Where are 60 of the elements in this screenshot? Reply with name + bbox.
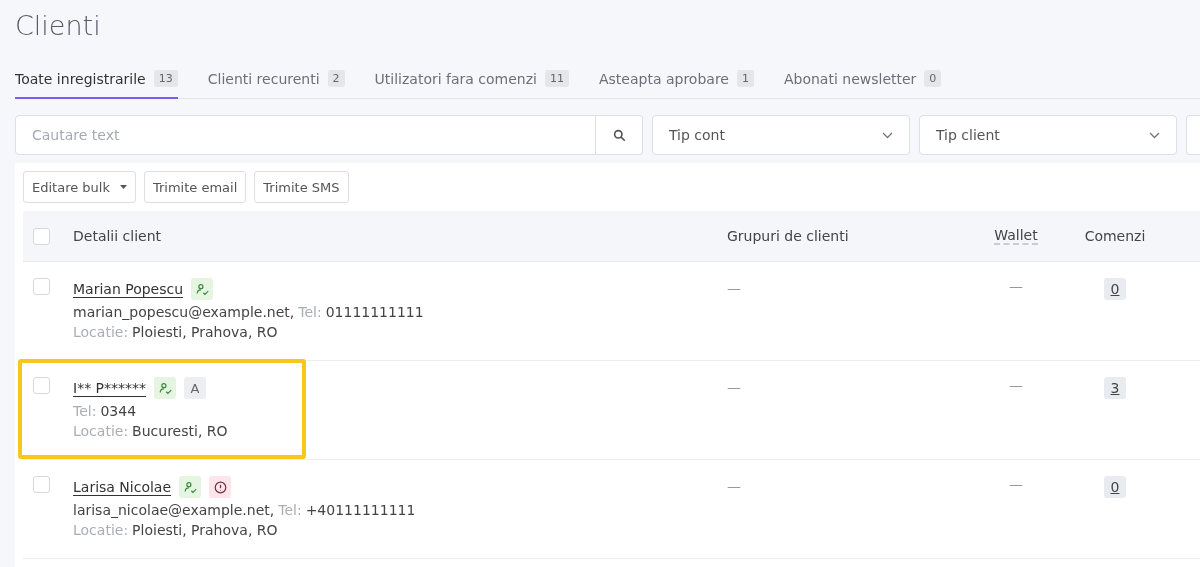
field-label: Locatie: xyxy=(73,423,129,439)
client-name-link[interactable]: Marian Popescu xyxy=(73,281,184,297)
user-check-icon xyxy=(158,381,172,395)
count-badge: 11 xyxy=(545,70,569,87)
field-value: marian_popescu@example.net, xyxy=(73,304,295,320)
action-button[interactable]: Trimite SMS xyxy=(254,171,349,203)
field-label: Locatie: xyxy=(73,324,129,340)
field-value: Bucuresti, RO xyxy=(132,423,228,439)
column-header: Comenzi xyxy=(1084,228,1146,244)
search-icon xyxy=(612,128,626,142)
filter-select[interactable]: Tip cont xyxy=(652,115,910,155)
orders-count-link[interactable]: 3 xyxy=(1103,377,1127,399)
field-label: Locatie: xyxy=(73,522,129,538)
client-name-link[interactable]: I** P****** xyxy=(73,380,147,396)
action-button[interactable]: Trimite email xyxy=(143,171,247,203)
filter-tab[interactable]: Utilizatori fara comenzi 11 xyxy=(374,68,569,99)
letter-badge: A xyxy=(184,377,207,399)
select-all-checkbox[interactable] xyxy=(33,227,50,245)
field-value: +40111111111 xyxy=(305,502,416,518)
empty-value: — xyxy=(727,478,741,494)
search-button[interactable] xyxy=(596,115,643,155)
empty-value: — xyxy=(1009,377,1023,393)
empty-value: — xyxy=(727,379,741,395)
chevron-down-icon xyxy=(1149,131,1160,139)
column-header: Wallet xyxy=(994,227,1038,245)
field-value: 01111111111 xyxy=(325,304,424,320)
count-badge: 13 xyxy=(153,70,178,87)
field-value: 0344 xyxy=(100,403,137,419)
empty-value: — xyxy=(1009,278,1023,294)
user-check-icon xyxy=(195,282,209,296)
page-title: Clienti xyxy=(15,9,102,43)
field-label: Tel: xyxy=(73,403,97,419)
filter-tab[interactable]: Toate inregistrarile 13 xyxy=(15,68,178,99)
field-value: larisa_nicolae@example.net, xyxy=(73,502,275,518)
client-name-link[interactable]: Larisa Nicolae xyxy=(73,479,172,495)
action-button[interactable]: Editare bulk xyxy=(23,171,136,203)
row-checkbox[interactable] xyxy=(33,278,50,295)
field-label: Tel: xyxy=(298,304,322,320)
filter-tab[interactable]: Clienti recurenti 2 xyxy=(207,68,345,99)
row-checkbox[interactable] xyxy=(33,377,50,394)
field-value: Ploiesti, Prahova, RO xyxy=(132,522,278,538)
alert-icon xyxy=(213,480,227,494)
chevron-down-icon xyxy=(882,131,893,139)
field-label: Tel: xyxy=(278,502,302,518)
count-badge: 1 xyxy=(736,70,754,87)
field-value: Ploiesti, Prahova, RO xyxy=(132,324,278,340)
count-badge: 2 xyxy=(327,70,345,87)
column-header: Detalii client xyxy=(73,228,163,244)
filter-select[interactable]: Tip client xyxy=(919,115,1177,155)
filter-tab[interactable]: Asteapta aprobare 1 xyxy=(599,68,754,99)
search-field[interactable]: Cautare text xyxy=(15,115,596,155)
row-checkbox[interactable] xyxy=(33,476,50,493)
orders-count-link[interactable]: 0 xyxy=(1103,278,1127,300)
count-badge: 0 xyxy=(924,70,942,87)
filter-tab[interactable]: Abonati newsletter 0 xyxy=(783,68,942,99)
user-check-icon xyxy=(183,480,197,494)
orders-count-link[interactable]: 0 xyxy=(1103,476,1127,498)
empty-value: — xyxy=(1009,476,1023,492)
column-header: Grupuri de clienti xyxy=(727,228,850,244)
empty-value: — xyxy=(727,280,741,296)
